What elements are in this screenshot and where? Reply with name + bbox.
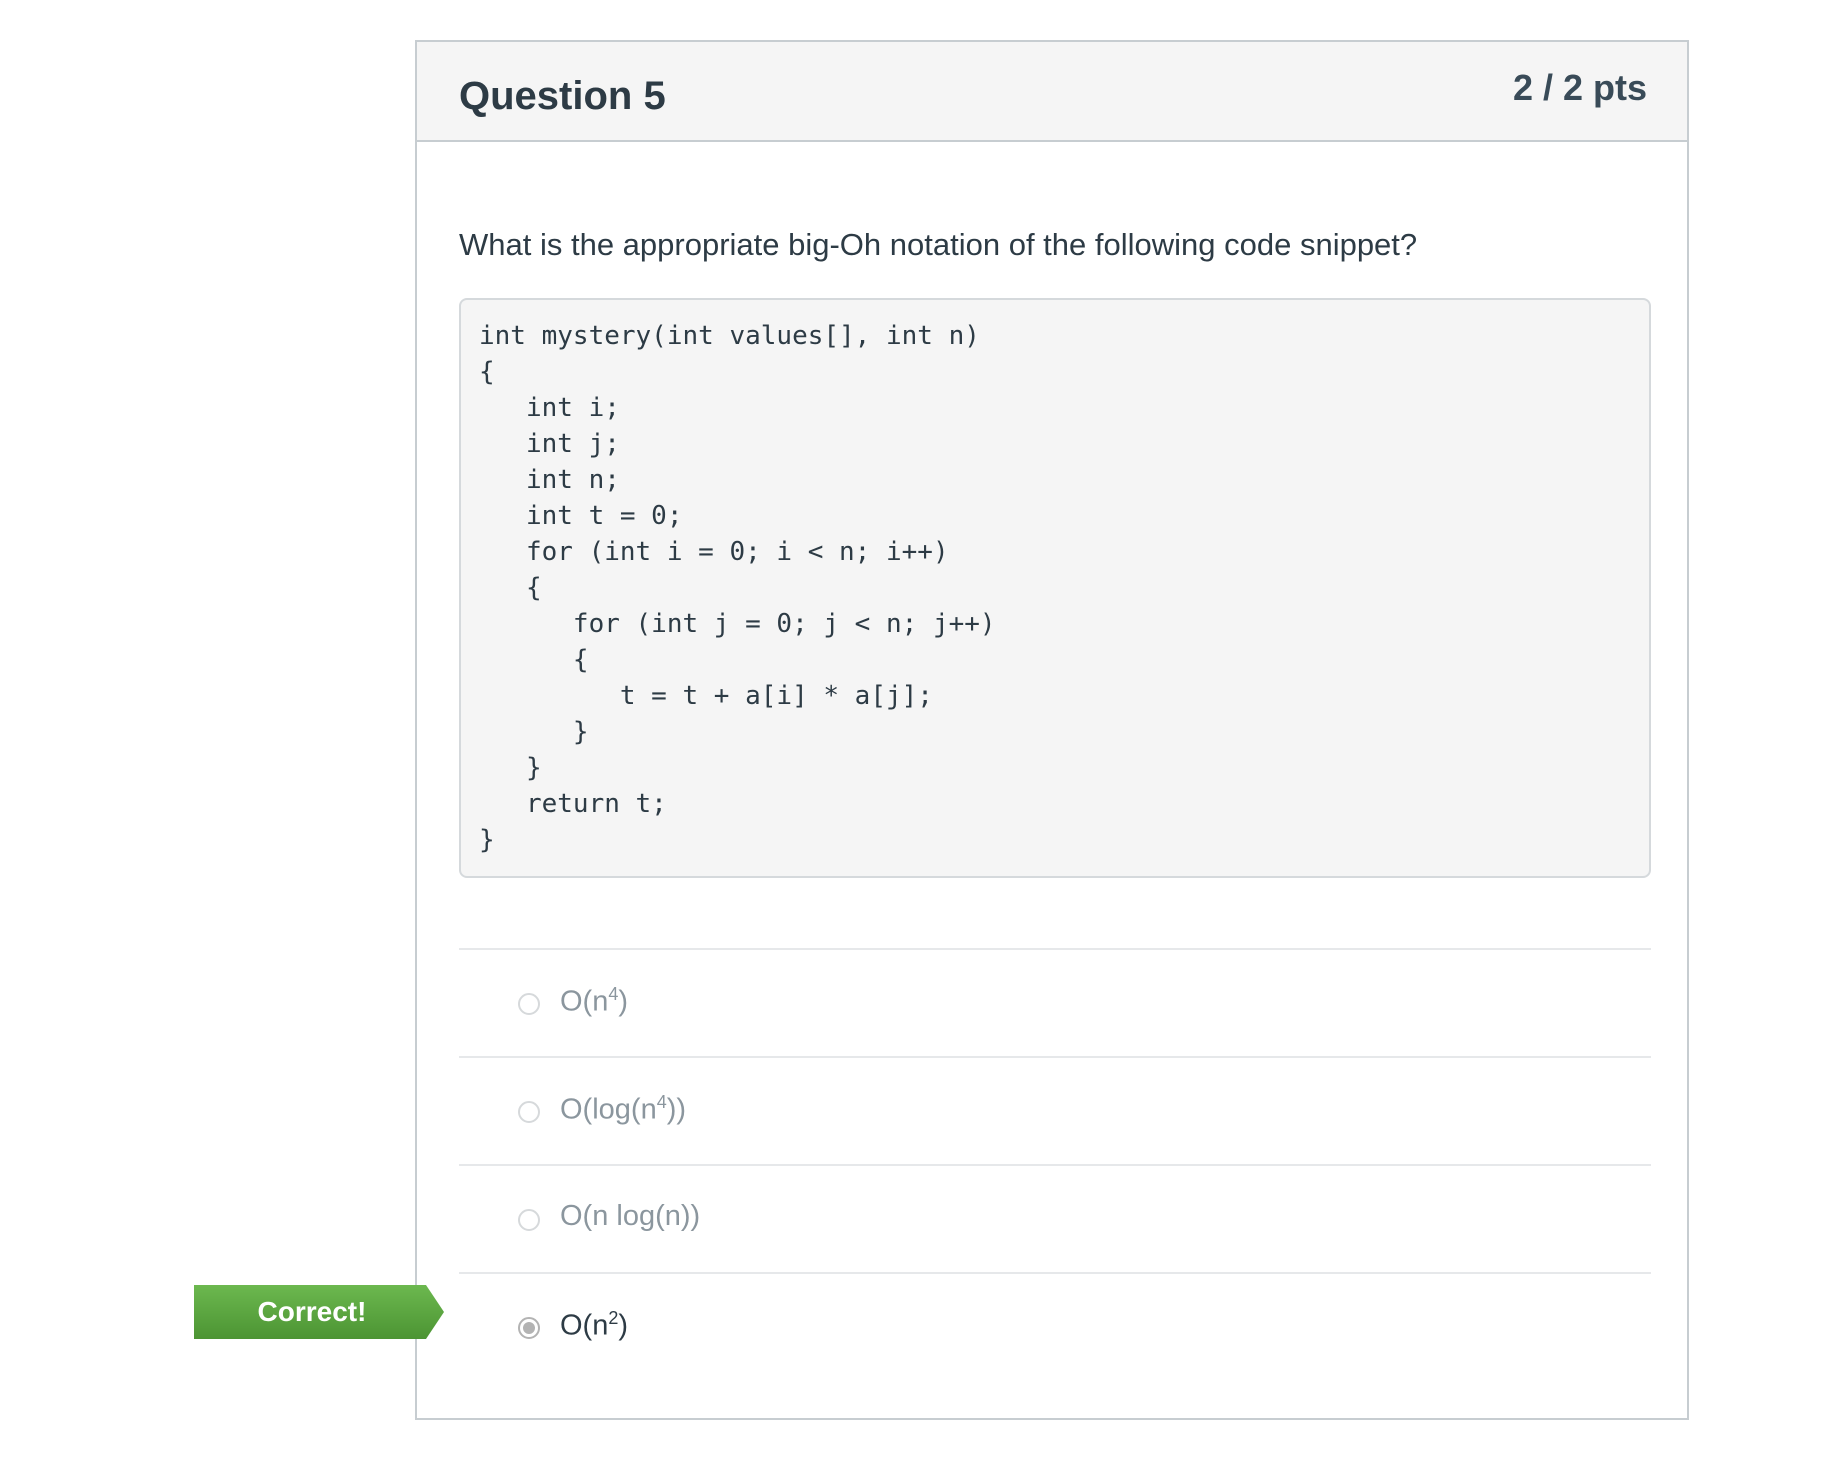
correct-answer-flag: Correct! <box>194 1285 444 1339</box>
code-snippet: int mystery(int values[], int n) { int i… <box>459 298 1651 878</box>
answer-radio-selected[interactable] <box>518 1317 540 1339</box>
question-title: Question 5 <box>459 74 666 118</box>
question-text: What is the appropriate big-Oh notation … <box>459 227 1418 262</box>
question-points: 2 / 2 pts <box>1512 67 1647 108</box>
code-line: int mystery(int values[], int n) <box>479 321 980 351</box>
answer-radio[interactable] <box>518 993 540 1015</box>
code-line: int n; <box>479 465 620 495</box>
code-line: for (int j = 0; j < n; j++) <box>479 609 996 639</box>
code-line: } <box>479 753 542 783</box>
code-line: { <box>479 357 495 387</box>
code-line: { <box>479 645 589 675</box>
answer-option-4[interactable]: O(n2) <box>459 1272 1651 1380</box>
code-line: } <box>479 825 495 855</box>
answer-option-1[interactable]: O(n4) <box>459 948 1651 1056</box>
answer-label: O(n2) <box>560 1308 629 1342</box>
code-line: { <box>479 573 542 603</box>
code-line: int i; <box>479 393 620 423</box>
answer-label: O(n log(n)) <box>560 1200 701 1232</box>
code-line: t = t + a[i] * a[j]; <box>479 681 933 711</box>
answer-label: O(n4) <box>560 984 629 1018</box>
code-line: return t; <box>479 789 667 819</box>
answer-option-2[interactable]: O(log(n4)) <box>459 1056 1651 1164</box>
question-header: Question 5 2 / 2 pts <box>417 42 1687 142</box>
answer-list: O(n4) O(log(n4)) O(n log(n)) O(n2) <box>459 948 1651 1380</box>
code-line: int t = 0; <box>479 501 683 531</box>
answer-radio[interactable] <box>518 1209 540 1231</box>
correct-label: Correct! <box>257 1296 367 1327</box>
answer-label: O(log(n4)) <box>560 1092 687 1126</box>
answer-radio[interactable] <box>518 1101 540 1123</box>
question-card: Question 5 2 / 2 pts What is the appropr… <box>415 40 1689 1420</box>
code-line: } <box>479 717 589 747</box>
answer-option-3[interactable]: O(n log(n)) <box>459 1164 1651 1272</box>
code-line: for (int i = 0; i < n; i++) <box>479 537 949 567</box>
code-line: int j; <box>479 429 620 459</box>
